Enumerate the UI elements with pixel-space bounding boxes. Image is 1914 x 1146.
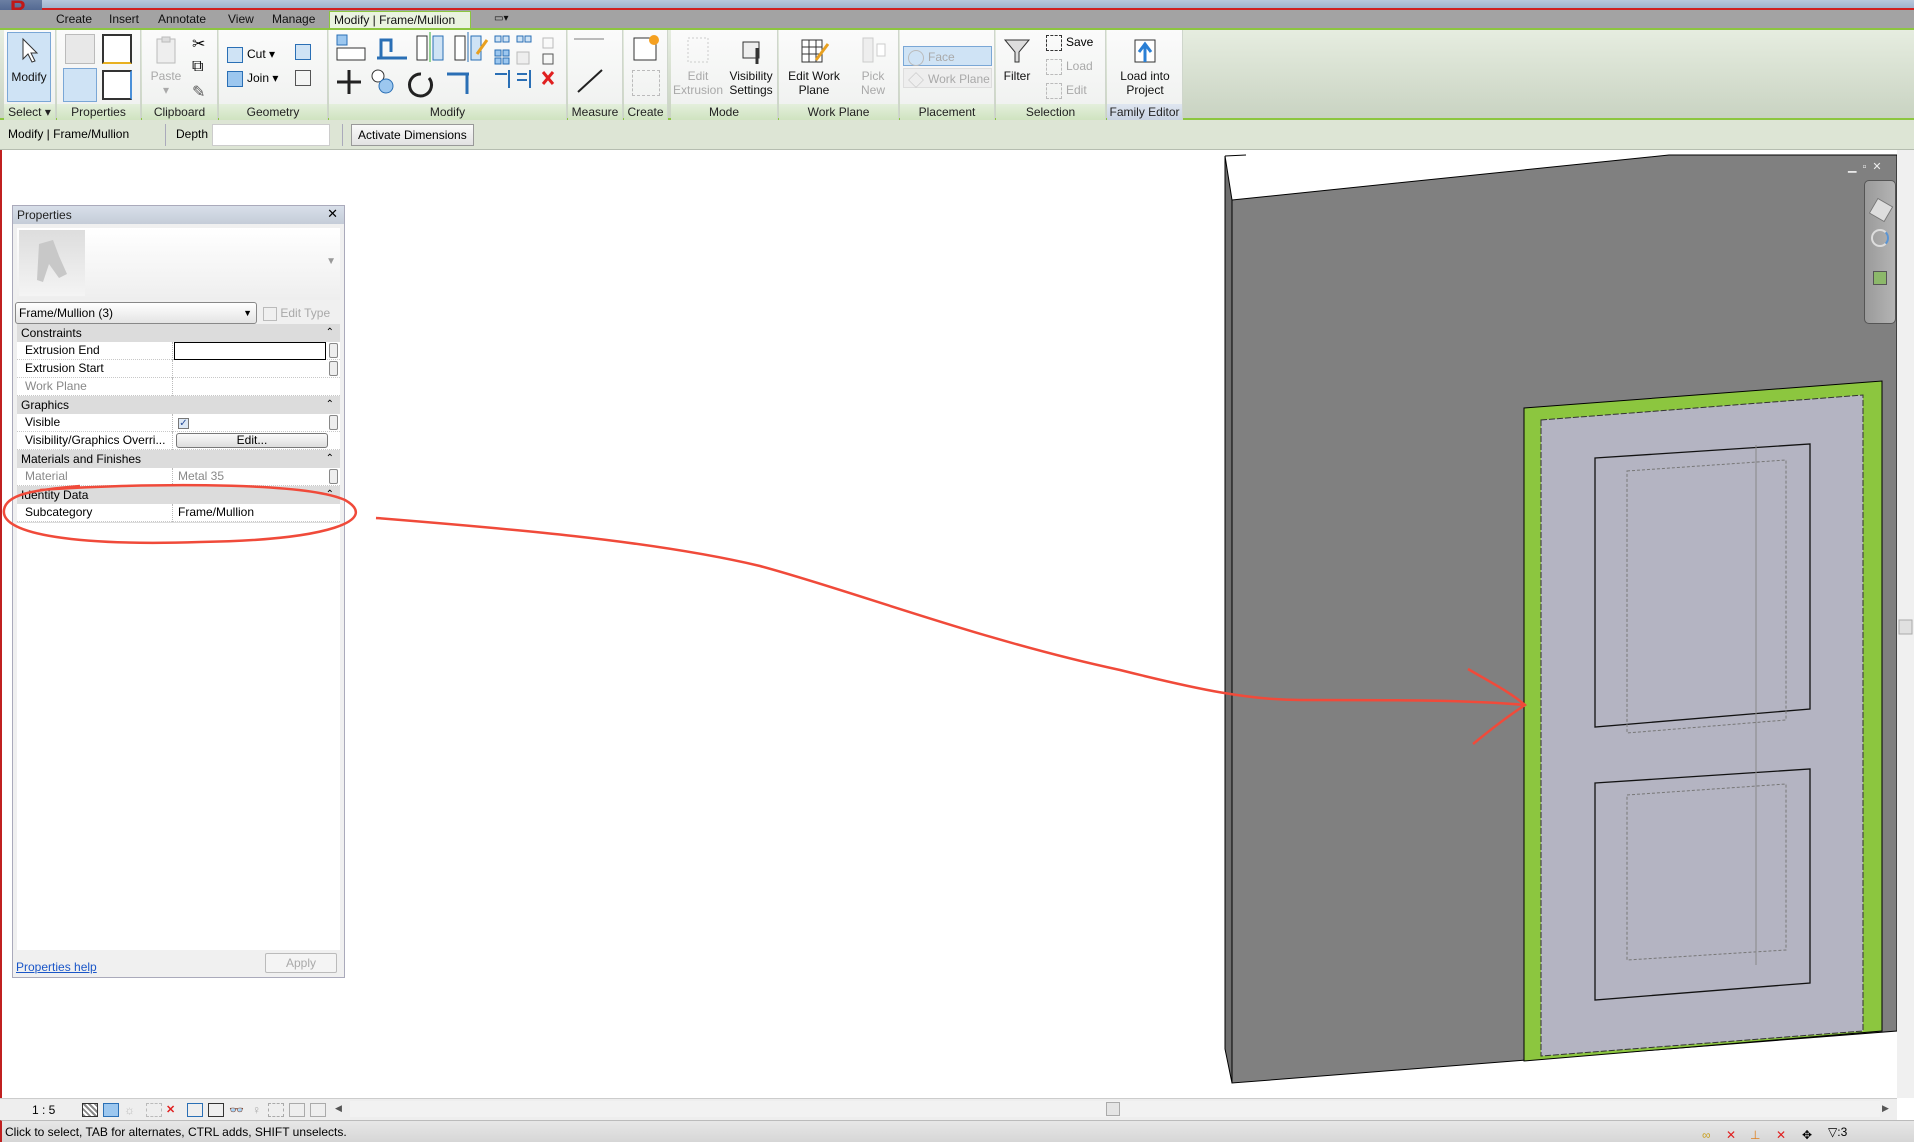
reveal-hidden-icon[interactable]: ♀ (252, 1103, 268, 1117)
viewport-scroll-thumb (1898, 619, 1913, 635)
select-by-face-icon[interactable]: ✕ (1776, 1124, 1794, 1142)
view-window-controls[interactable]: ▁▫✕ (1848, 160, 1888, 173)
property-row-material[interactable]: Material Metal 35 (17, 468, 340, 486)
select-pinned-icon[interactable]: ⊥ (1750, 1124, 1768, 1142)
scroll-thumb[interactable] (1106, 1102, 1120, 1116)
drag-on-selection-icon[interactable]: ✥ (1802, 1124, 1820, 1142)
type-preview: ▼ (17, 228, 340, 300)
crop-view-icon[interactable]: ✕ (166, 1103, 182, 1117)
apply-button[interactable]: Apply (265, 953, 337, 973)
close-icon[interactable]: ✕ (327, 206, 338, 222)
property-row-extrusion-end[interactable]: Extrusion End (17, 342, 340, 360)
lock-3d-view-icon[interactable] (208, 1103, 224, 1117)
property-row-extrusion-start[interactable]: Extrusion Start (17, 360, 340, 378)
associate-parameter-button[interactable] (329, 469, 338, 484)
select-underlay-icon[interactable]: ✕ (1726, 1124, 1744, 1142)
collapse-icon: ⌃ (325, 489, 334, 500)
analytical-model-icon[interactable] (289, 1103, 305, 1117)
temporary-view-properties-icon[interactable] (268, 1103, 284, 1117)
extrusion-start-input[interactable] (174, 360, 324, 378)
associate-parameter-button[interactable] (329, 415, 338, 430)
family-preview-image (19, 230, 85, 296)
properties-empty-area (17, 522, 340, 950)
navigation-bar[interactable] (1864, 180, 1896, 324)
property-row-visibility-graphics-overrides[interactable]: Visibility/Graphics Overri... Edit... (17, 432, 340, 450)
property-row-subcategory[interactable]: Subcategory Frame/Mullion (17, 504, 340, 522)
group-materials-and-finishes[interactable]: Materials and Finishes ⌃ (17, 450, 340, 468)
sun-path-icon[interactable]: ☼ (124, 1103, 140, 1117)
associate-parameter-button[interactable] (329, 361, 338, 376)
funnel-icon: ▽ (1828, 1125, 1838, 1139)
type-selector-dropdown[interactable]: Frame/Mullion (3) ▼ (15, 302, 257, 324)
group-constraints[interactable]: Constraints ⌃ (17, 324, 340, 342)
view-control-bar: 1 : 5 ☼ ✕ 👓 ♀ ◀ ▶ (0, 1098, 1897, 1120)
scroll-right-icon[interactable]: ▶ (1882, 1103, 1898, 1117)
viewcube-icon[interactable] (1868, 197, 1894, 223)
status-bar: Click to select, TAB for alternates, CTR… (0, 1120, 1914, 1142)
steering-wheel-icon[interactable] (1871, 229, 1889, 247)
group-graphics[interactable]: Graphics ⌃ (17, 396, 340, 414)
collapse-icon: ⌃ (325, 453, 334, 464)
shadows-icon[interactable] (146, 1103, 162, 1117)
door-panel (1540, 394, 1864, 1057)
horizontal-scrollbar[interactable] (350, 1101, 1880, 1117)
properties-help-link[interactable]: Properties help (16, 960, 97, 974)
status-message: Click to select, TAB for alternates, CTR… (5, 1125, 347, 1139)
filter-count[interactable]: ▽:3 (1828, 1124, 1868, 1140)
revit-family-icon (37, 240, 67, 282)
properties-title: Properties (13, 206, 344, 224)
select-links-icon[interactable]: ∞ (1702, 1124, 1720, 1142)
associate-parameter-button[interactable] (329, 343, 338, 358)
collapse-icon: ⌃ (325, 327, 334, 338)
group-identity-data[interactable]: Identity Data ⌃ (17, 486, 340, 504)
wall-side-face (1224, 155, 1233, 1084)
scroll-left-icon[interactable]: ◀ (335, 1103, 351, 1117)
visible-checkbox[interactable]: ✓ (178, 418, 189, 429)
temporary-hide-icon[interactable]: 👓 (229, 1103, 245, 1117)
chevron-down-icon: ▼ (243, 308, 252, 318)
properties-palette: Properties ✕ ▼ Frame/Mullion (3) ▼ Edit T… (12, 205, 345, 978)
visual-style-icon[interactable] (103, 1103, 119, 1117)
property-row-visible[interactable]: Visible ✓ (17, 414, 340, 432)
view-scale[interactable]: 1 : 5 (32, 1103, 55, 1117)
detail-level-icon[interactable] (82, 1103, 98, 1117)
chevron-down-icon[interactable]: ▼ (326, 256, 336, 267)
edit-type-icon (263, 306, 277, 321)
edit-type-button[interactable]: Edit Type (263, 304, 330, 322)
zoom-region-icon[interactable] (1873, 271, 1887, 285)
visibility-edit-button[interactable]: Edit... (176, 433, 328, 448)
subcategory-dropdown[interactable]: Frame/Mullion (174, 504, 324, 522)
constraints-icon[interactable] (310, 1103, 326, 1117)
crop-region-icon[interactable] (187, 1103, 203, 1117)
property-row-work-plane: Work Plane (17, 378, 340, 396)
extrusion-end-input[interactable] (174, 342, 326, 360)
collapse-icon: ⌃ (325, 399, 334, 410)
